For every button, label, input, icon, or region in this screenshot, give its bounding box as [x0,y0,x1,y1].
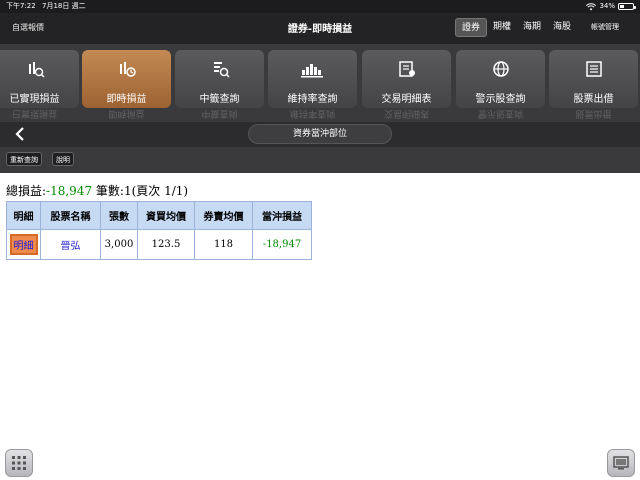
trade-detail-icon [362,60,451,78]
help-button[interactable]: 說明 [52,152,74,166]
battery-percent: 34% [599,2,615,10]
warning-stock-icon [456,60,545,78]
back-arrow-icon[interactable] [12,125,30,143]
col-stock-name: 股票名稱 [40,201,101,230]
status-right: 34% [586,0,636,13]
func-trade-detail[interactable]: 交易明細表 [362,50,451,108]
cell-detail: 明細 [6,229,41,260]
total-pl-value: -18,947 [46,184,93,198]
status-date: 7月18日 週二 [42,2,86,10]
account-management-link[interactable]: 帳號管理 [591,22,619,32]
wifi-icon [586,2,597,10]
grid-icon [12,456,26,470]
label-reflection: 股票出借 [575,108,612,118]
label-reflection: 即時損益 [108,108,145,118]
position-table: 明細 股票名稱 張數 資買均價 券賣均價 當沖損益 明細 晉弘 3,000 12… [6,201,312,260]
cell-buy-avg: 123.5 [137,229,195,260]
cell-quantity: 3,000 [100,229,138,260]
func-label: 已實現損益 [9,94,60,105]
table-header-row: 明細 股票名稱 張數 資買均價 券賣均價 當沖損益 [6,201,312,230]
cell-sell-avg: 118 [194,229,253,260]
margin-ratio-icon [268,60,357,78]
func-label: 股票出借 [573,94,614,105]
segment-securities[interactable]: 證券 [455,18,488,37]
table-row: 明細 晉弘 3,000 123.5 118 -18,947 [6,229,312,260]
screen-icon [613,456,629,470]
refresh-button[interactable]: 重新查詢 [6,152,42,166]
func-label: 交易明細表 [381,94,432,105]
record-count: 筆數:1(頁次 1/1) [95,184,189,198]
col-quantity: 張數 [100,201,138,230]
function-bar: 已實現損益 即時損益 中籤查詢 維持率查詢 交易明細表 警示股查詢 股票出借 已… [0,44,640,122]
func-label: 警示股查詢 [475,94,526,105]
func-stock-lending[interactable]: 股票出借 [549,50,638,108]
func-warning-stock[interactable]: 警示股查詢 [456,50,545,108]
cell-stock-name: 晉弘 [40,229,101,260]
summary-line: 總損益:-18,947 筆數:1(頁次 1/1) [6,182,188,199]
total-pl-label: 總損益: [6,184,47,198]
status-time: 下午7:22 [6,2,36,10]
screen-toggle-button[interactable] [607,449,635,477]
battery-icon [618,3,636,10]
section-title: 資券當沖部位 [248,124,392,144]
cell-daytrade-pl: -18,947 [252,229,312,260]
label-reflection: 警示股查詢 [477,108,523,118]
lottery-query-icon [175,60,264,78]
func-realized-pl[interactable]: 已實現損益 [0,50,79,108]
col-detail: 明細 [6,201,41,230]
func-lottery-query[interactable]: 中籤查詢 [175,50,264,108]
toolbar: 重新查詢 說明 [0,147,640,173]
func-realtime-pl[interactable]: 即時損益 [82,50,171,108]
func-label: 中籤查詢 [199,94,240,105]
app-header: 自選報價 證券-即時損益 證券 期權 海期 海股 帳號管理 [0,13,640,44]
col-buy-avg: 資買均價 [137,201,195,230]
menu-grid-button[interactable] [5,449,33,477]
stock-lending-icon [549,60,638,78]
func-margin-ratio[interactable]: 維持率查詢 [268,50,357,108]
market-segment-control: 證券 期權 海期 海股 [455,18,577,37]
func-label: 即時損益 [106,94,147,105]
realized-pl-icon [0,60,79,78]
status-bar: 下午7:22 7月18日 週二 34% [0,0,640,13]
segment-overseas-futures[interactable]: 海期 [517,18,547,37]
segment-futures-options[interactable]: 期權 [487,18,517,37]
detail-button[interactable]: 明細 [9,234,38,255]
col-sell-avg: 券賣均價 [194,201,253,230]
func-label: 維持率查詢 [287,94,338,105]
col-daytrade-pl: 當沖損益 [252,201,312,230]
segment-overseas-stocks[interactable]: 海股 [547,18,577,37]
label-reflection: 中籤查詢 [201,108,238,118]
realtime-pl-icon [82,60,171,78]
label-reflection: 交易明細表 [383,108,429,118]
label-reflection: 維持率查詢 [289,108,335,118]
label-reflection: 已實現損益 [11,108,57,118]
sub-header: 資券當沖部位 [0,122,640,147]
